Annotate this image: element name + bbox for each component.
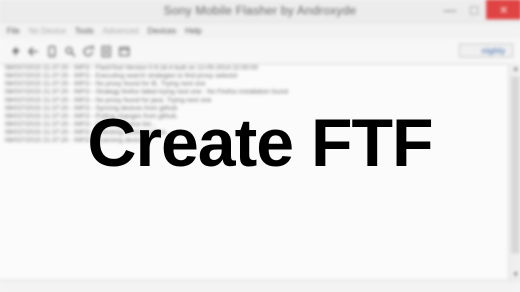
toolbar: nighly xyxy=(0,38,520,66)
minimize-icon: — xyxy=(443,1,457,17)
menu-tools[interactable]: Tools xyxy=(75,26,94,35)
menu-bar: File No Device Tools Advanced Devices He… xyxy=(0,22,520,39)
window-icon[interactable] xyxy=(118,46,130,58)
refresh-icon[interactable] xyxy=(82,45,94,58)
close-button[interactable]: × xyxy=(486,0,520,20)
status-bar xyxy=(0,279,520,292)
create-ftf-overlay-text: Create FTF xyxy=(87,105,433,181)
search-icon[interactable] xyxy=(64,46,76,58)
maximize-button[interactable]: □ xyxy=(462,0,486,19)
menu-advanced: Advanced xyxy=(102,25,139,35)
maximize-icon: □ xyxy=(470,1,479,17)
menu-devices[interactable]: Devices xyxy=(148,26,177,35)
brand-badge: nighly xyxy=(458,43,514,58)
close-icon: × xyxy=(499,1,508,18)
window-controls: — □ × xyxy=(438,0,520,21)
log-line: 08/037/2015 21:37:20 - INFO - Strategy f… xyxy=(4,88,288,96)
log-line: 08/037/2015 21:37:20 - INFO - No proxy f… xyxy=(4,80,206,88)
menu-file[interactable]: File xyxy=(7,26,20,35)
back-icon[interactable] xyxy=(28,46,40,58)
title-bar: Sony Mobile Flasher by Androxyde — □ × xyxy=(0,0,520,23)
phone-icon[interactable] xyxy=(46,45,58,58)
menu-help[interactable]: Help xyxy=(185,26,202,35)
minimize-button[interactable]: — xyxy=(438,0,462,19)
flash-icon[interactable] xyxy=(10,45,22,58)
log-line: 08/037/2015 21:37:20 - INFO - Executing … xyxy=(4,72,238,80)
list-icon[interactable] xyxy=(100,45,112,58)
scroll-up-icon[interactable]: ▲ xyxy=(510,64,520,75)
log-line: 08/037/2015 21:37:20 - INFO - FlashTool … xyxy=(4,64,258,72)
sony-mobile-flasher-app: Sony Mobile Flasher by Androxyde — □ × F… xyxy=(0,0,520,292)
menu-no-device: No Device xyxy=(28,25,66,35)
